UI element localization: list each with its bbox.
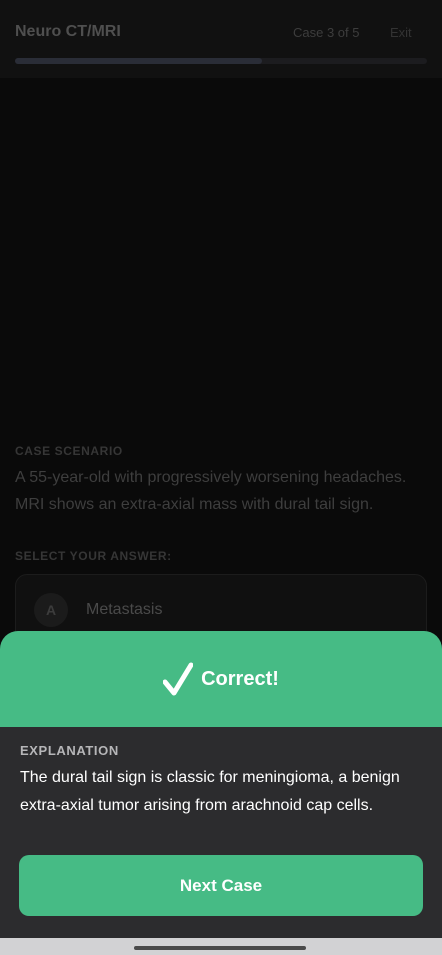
case-counter: Case 3 of 5 <box>293 25 360 40</box>
scenario-label: CASE SCENARIO <box>15 444 123 458</box>
page-title: Neuro CT/MRI <box>15 23 121 40</box>
header-bar: Neuro CT/MRI Case 3 of 5 Exit <box>0 0 442 78</box>
progress-fill <box>15 58 263 64</box>
exit-button[interactable]: Exit <box>390 25 412 40</box>
checkmark-icon <box>163 662 194 696</box>
home-indicator[interactable] <box>134 946 306 950</box>
result-text: Correct! <box>201 667 279 690</box>
option-letter-badge: A <box>34 593 68 627</box>
explanation-text: The dural tail sign is classic for menin… <box>20 769 400 814</box>
explanation-label: EXPLANATION <box>20 743 119 758</box>
option-label: Metastasis <box>86 601 163 618</box>
system-nav-bar <box>0 938 442 955</box>
next-case-button[interactable]: Next Case <box>19 855 423 916</box>
progress-bar <box>15 58 427 64</box>
result-banner: Correct! <box>0 631 442 727</box>
feedback-sheet: Correct! EXPLANATION The dural tail sign… <box>0 631 442 955</box>
scan-image-area <box>0 78 442 430</box>
answer-prompt: SELECT YOUR ANSWER: <box>15 549 172 563</box>
scenario-text: A 55-year-old with progressively worseni… <box>15 469 407 513</box>
